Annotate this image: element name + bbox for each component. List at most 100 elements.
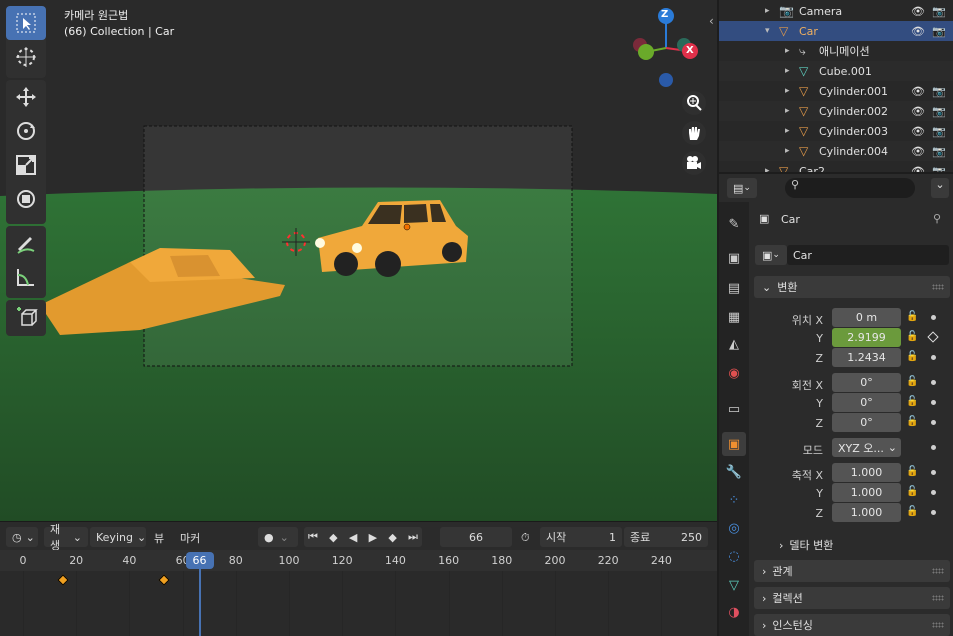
properties-tab-render[interactable]: ▣ (722, 246, 746, 270)
location-z-field[interactable]: 1.2434 (832, 348, 901, 367)
render-camera-icon[interactable]: 📷 (932, 105, 946, 118)
drag-grip-icon[interactable] (932, 622, 944, 628)
collapse-arrow-icon[interactable]: ‹ (709, 14, 714, 28)
next-keyframe-icon[interactable]: ◆ (388, 531, 396, 544)
play-reverse-icon[interactable]: ◀ (349, 531, 357, 544)
properties-tab-output[interactable]: ▤ (722, 276, 746, 300)
render-camera-icon[interactable]: 📷 (932, 25, 946, 38)
collapse-arrow-icon[interactable]: ▸ (785, 66, 790, 76)
current-frame-badge[interactable]: 66 (185, 552, 214, 569)
camera-view-button[interactable] (682, 151, 706, 175)
render-camera-icon[interactable]: 📷 (932, 85, 946, 98)
visibility-eye-icon[interactable]: 👁 (911, 85, 925, 98)
scale-y-field[interactable]: 1.000 (832, 483, 901, 502)
properties-tab-collection[interactable]: ▭ (722, 397, 746, 421)
location-y-field[interactable]: 2.9199 (832, 328, 901, 347)
render-camera-icon[interactable]: 📷 (932, 165, 946, 173)
transform-tool[interactable] (6, 182, 46, 216)
location-x-field[interactable]: 0 m (832, 308, 901, 327)
object-name-field[interactable]: Car (787, 245, 949, 265)
rotation-z-field[interactable]: 0° (832, 413, 901, 432)
visibility-eye-icon[interactable]: 👁 (911, 5, 925, 18)
delta-transform-header[interactable]: › 델타 변환 (779, 537, 833, 553)
outliner-row[interactable]: ▸ ▽ Cylinder.001 👁 📷 (719, 81, 953, 101)
start-frame-field[interactable]: 시작 1 (540, 527, 622, 547)
jump-end-icon[interactable]: ⏭ (408, 530, 418, 544)
render-camera-icon[interactable]: 📷 (932, 5, 946, 18)
select-box-tool[interactable] (6, 6, 46, 40)
lock-icon[interactable]: 🔓 (906, 376, 920, 388)
rotation-y-field[interactable]: 0° (832, 393, 901, 412)
outliner-row[interactable]: ▸ 📷 Camera 👁 📷 (719, 1, 953, 21)
stopwatch-icon[interactable]: ⏱ (521, 531, 530, 545)
properties-tab-particles[interactable]: ⁘ (722, 488, 746, 512)
properties-tab-modifier[interactable]: 🔧 (722, 460, 746, 484)
lock-icon[interactable]: 🔓 (906, 506, 920, 518)
move-tool[interactable] (6, 80, 46, 114)
object-browse-button[interactable]: ▣ ⌄ (755, 245, 787, 265)
editor-type-button[interactable]: ◷ ⌄ (6, 527, 38, 547)
outliner-row[interactable]: ▸ ▽ Cylinder.003 👁 📷 (719, 121, 953, 141)
prev-keyframe-icon[interactable]: ◆ (329, 531, 337, 544)
lock-icon[interactable]: 🔓 (906, 466, 920, 478)
drag-grip-icon[interactable] (932, 595, 944, 601)
render-camera-icon[interactable]: 📷 (932, 145, 946, 158)
current-frame-field[interactable]: 66 (440, 527, 512, 547)
auto-keying-toggle[interactable]: ● ⌄ (258, 527, 298, 547)
lock-icon[interactable]: 🔓 (906, 416, 920, 428)
cursor-tool[interactable] (6, 40, 46, 74)
keyframe-dot-icon[interactable] (931, 400, 936, 405)
scale-z-field[interactable]: 1.000 (832, 503, 901, 522)
lock-icon[interactable]: 🔓 (906, 351, 920, 363)
jump-start-icon[interactable]: ⏮ (308, 530, 318, 544)
keyframe-diamond[interactable] (57, 574, 69, 586)
keyframe-diamond[interactable] (158, 574, 170, 586)
transform-panel-header[interactable]: ⌄ 변환 (754, 276, 950, 298)
add-cube-tool[interactable] (6, 300, 46, 334)
keyframe-diamond-icon[interactable] (927, 331, 939, 343)
3d-viewport[interactable]: 카메라 원근법 (66) Collection | Car Z X (0, 0, 717, 521)
scale-x-field[interactable]: 1.000 (832, 463, 901, 482)
rotation-mode-dropdown[interactable]: XYZ 오... ⌄ (832, 438, 901, 457)
collapse-arrow-icon[interactable]: ▸ (785, 106, 790, 116)
keyframe-dot-icon[interactable] (931, 445, 936, 450)
outliner-row[interactable]: ▸ ▽ Cylinder.002 👁 📷 (719, 101, 953, 121)
keyframe-dot-icon[interactable] (931, 380, 936, 385)
measure-tool[interactable] (6, 260, 46, 294)
drag-grip-icon[interactable] (932, 568, 944, 574)
visibility-eye-icon[interactable]: 👁 (911, 105, 925, 118)
marker-menu[interactable]: 마커 (180, 530, 200, 546)
outliner-row[interactable]: ▾ ▽ Car 👁 📷 (719, 21, 953, 41)
collapse-arrow-icon[interactable]: ▸ (785, 46, 790, 56)
outliner-row[interactable]: ▸ ▽ Cube.001 (719, 61, 953, 81)
pan-button[interactable] (682, 121, 706, 145)
outliner-row[interactable]: ▸ ▽ Car2 👁 📷 (719, 161, 953, 172)
drag-grip-icon[interactable] (932, 284, 944, 290)
visibility-eye-icon[interactable]: 👁 (911, 165, 925, 173)
visibility-eye-icon[interactable]: 👁 (911, 125, 925, 138)
collapse-arrow-icon[interactable]: ▸ (785, 86, 790, 96)
keying-menu[interactable]: Keying ⌄ (90, 527, 146, 547)
view-menu[interactable]: 뷰 (154, 530, 164, 546)
lock-icon[interactable]: 🔓 (906, 311, 920, 323)
visibility-eye-icon[interactable]: 👁 (911, 145, 925, 158)
render-camera-icon[interactable]: 📷 (932, 125, 946, 138)
keyframe-dot-icon[interactable] (931, 510, 936, 515)
lock-icon[interactable]: 🔓 (906, 486, 920, 498)
playhead-line[interactable] (198, 560, 201, 636)
properties-tab-data[interactable]: ▽ (722, 573, 746, 597)
timeline[interactable]: 0 20 40 60 80 100 120 140 160 180 200 220 240 66 (0, 550, 717, 636)
end-frame-field[interactable]: 종료 250 (624, 527, 708, 547)
zoom-button[interactable] (682, 91, 706, 115)
lock-icon[interactable]: 🔓 (906, 331, 920, 343)
properties-tab-constraint[interactable]: ◌ (722, 544, 746, 568)
keyframe-dot-icon[interactable] (931, 315, 936, 320)
scale-tool[interactable] (6, 148, 46, 182)
lock-icon[interactable]: 🔓 (906, 396, 920, 408)
search-input[interactable]: ⚲ (785, 178, 915, 198)
keyframe-dot-icon[interactable] (931, 355, 936, 360)
collapse-arrow-icon[interactable]: ▸ (765, 6, 770, 16)
outliner-row[interactable]: ▸ ⤷ 애니메이션 (719, 41, 953, 61)
rotation-x-field[interactable]: 0° (832, 373, 901, 392)
timeline-ruler[interactable]: 0 20 40 60 80 100 120 140 160 180 200 220 240 (0, 550, 717, 571)
